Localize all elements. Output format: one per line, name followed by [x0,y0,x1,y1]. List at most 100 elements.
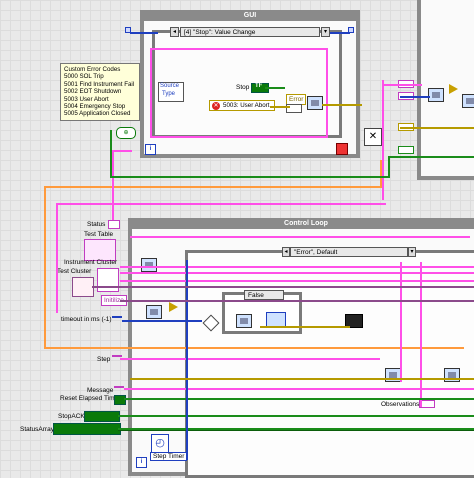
observations-label: Observations [381,401,420,408]
string-wire [150,48,328,50]
test-table-terminal[interactable] [84,239,116,261]
string-wire [56,203,386,205]
control-vi-1[interactable] [146,305,162,319]
status-array-label: StatusArray [20,426,54,433]
stop-ack-label: StopACK [58,413,85,420]
status-array-terminal[interactable] [53,423,121,435]
boolean-wire [124,398,474,400]
string-wire [382,80,384,200]
step-terminal[interactable] [112,355,122,357]
boolean-wire [388,156,474,158]
cluster-wire-purple [92,286,474,288]
case-selector-next-arrow[interactable]: ▾ [408,247,416,257]
bundle-error-node[interactable] [307,96,323,110]
note-line: 5003 User Abort [64,95,109,103]
control-loop-title: Control Loop [132,218,474,229]
cluster-wire [44,186,46,348]
event-item-source: Source [160,83,180,89]
control-vi-2[interactable] [141,258,157,272]
event-data-node: Source Type [158,82,184,102]
numeric-wire [122,320,202,322]
string-wire [56,203,58,313]
note-line: 5004 Emergency Stop [64,103,126,111]
stopwatch-icon[interactable]: ◴ [151,434,169,453]
message-terminal[interactable] [114,386,124,388]
select-node-icon [169,302,178,312]
instrument-cluster-label: Instrument Cluster [64,259,118,266]
numeric-wire [130,32,158,34]
cluster-wire [44,186,384,188]
string-wire [112,150,114,220]
instrument-cluster-terminal[interactable] [97,268,119,292]
reset-elapsed-time-label: Reset Elapsed Time [60,395,119,402]
reset-elapsed-time-terminal[interactable] [114,395,126,405]
error-constant-text: 5003: User Abort [223,102,270,109]
status-terminal[interactable] [108,220,120,229]
message-label: Message [87,387,114,394]
note-line: 5005 Application Closed [64,110,131,118]
right-loop-select-icon [449,84,458,94]
numeric-wire [330,32,350,34]
right-loop-partial [417,0,474,180]
error-stop-icon: ✕ [212,102,220,110]
string-wire [326,48,328,138]
control-iteration-terminal: i [136,457,147,468]
right-loop-vi-2[interactable] [462,94,474,108]
event-item-type: Type [162,91,176,97]
inner-case-vi[interactable] [236,314,252,328]
step-label: Step [97,356,111,363]
inner-case-selector[interactable]: False [244,290,284,300]
gui-loop-title: GUI [144,10,356,21]
string-wire [400,262,402,382]
status-label: Status [87,221,106,228]
boolean-wire [118,415,474,417]
boolean-wire [388,156,390,178]
right-loop-vi-1[interactable] [428,88,444,102]
note-line: 5002 EOT Shutdown [64,88,122,96]
numeric-wire [186,260,188,460]
error-wire [322,104,362,106]
test-table-label: Test Table [84,231,114,238]
string-wire [382,84,422,86]
boolean-wire [265,87,285,89]
boolean-wire [110,130,112,178]
test-cluster-terminal[interactable] [72,277,94,297]
gui-stop-sign-icon[interactable] [336,143,348,155]
error-wire [130,378,474,380]
gui-iteration-terminal: i [145,144,156,155]
boolean-array-wire [118,430,474,431]
note-line: 5001 Find Instrument Fail [64,80,135,88]
event-selector[interactable]: [4] "Stop": Value Change [180,27,320,37]
string-wire [150,48,152,138]
stop-ack-terminal[interactable] [84,411,120,422]
string-wire [150,136,328,138]
step-timer-label: Step Timer [150,452,188,461]
custom-error-codes-note: Custom Error Codes 5000 SOL Trip 5001 Fi… [60,63,140,121]
numeric-wire [400,96,430,98]
note-line: 5000 SOL Trip [64,73,104,81]
case-selector[interactable]: "Error", Default [290,247,408,257]
notifier-refnum[interactable]: ⊕ [116,127,136,139]
right-loop-term-4 [398,146,414,154]
test-cluster-label: Test Cluster [57,268,92,275]
boolean-wire [110,176,390,178]
gui-tools-icon[interactable]: ✕ [364,128,382,146]
error-wire [270,106,290,108]
stop-label: Stop [236,84,250,91]
event-selector-prev-arrow[interactable]: ◂ [170,27,179,37]
note-line: Custom Error Codes [64,66,121,73]
string-wire [130,236,470,238]
outer-case-structure [185,250,474,478]
cluster-wire-purple [120,300,474,302]
string-wire [420,262,422,407]
stop-value: TF [255,83,263,89]
timeout-label: timeout in ms (-1) [61,316,112,323]
string-wire [112,150,132,152]
string-wire [120,358,380,360]
error-wire [260,326,350,328]
error-wire [400,127,474,129]
case-selector-prev-arrow[interactable]: ◂ [282,247,290,257]
timeout-terminal[interactable] [112,316,122,318]
event-selector-next-arrow[interactable]: ▾ [321,27,330,37]
error-constant[interactable]: ✕ 5003: User Abort [209,100,275,111]
